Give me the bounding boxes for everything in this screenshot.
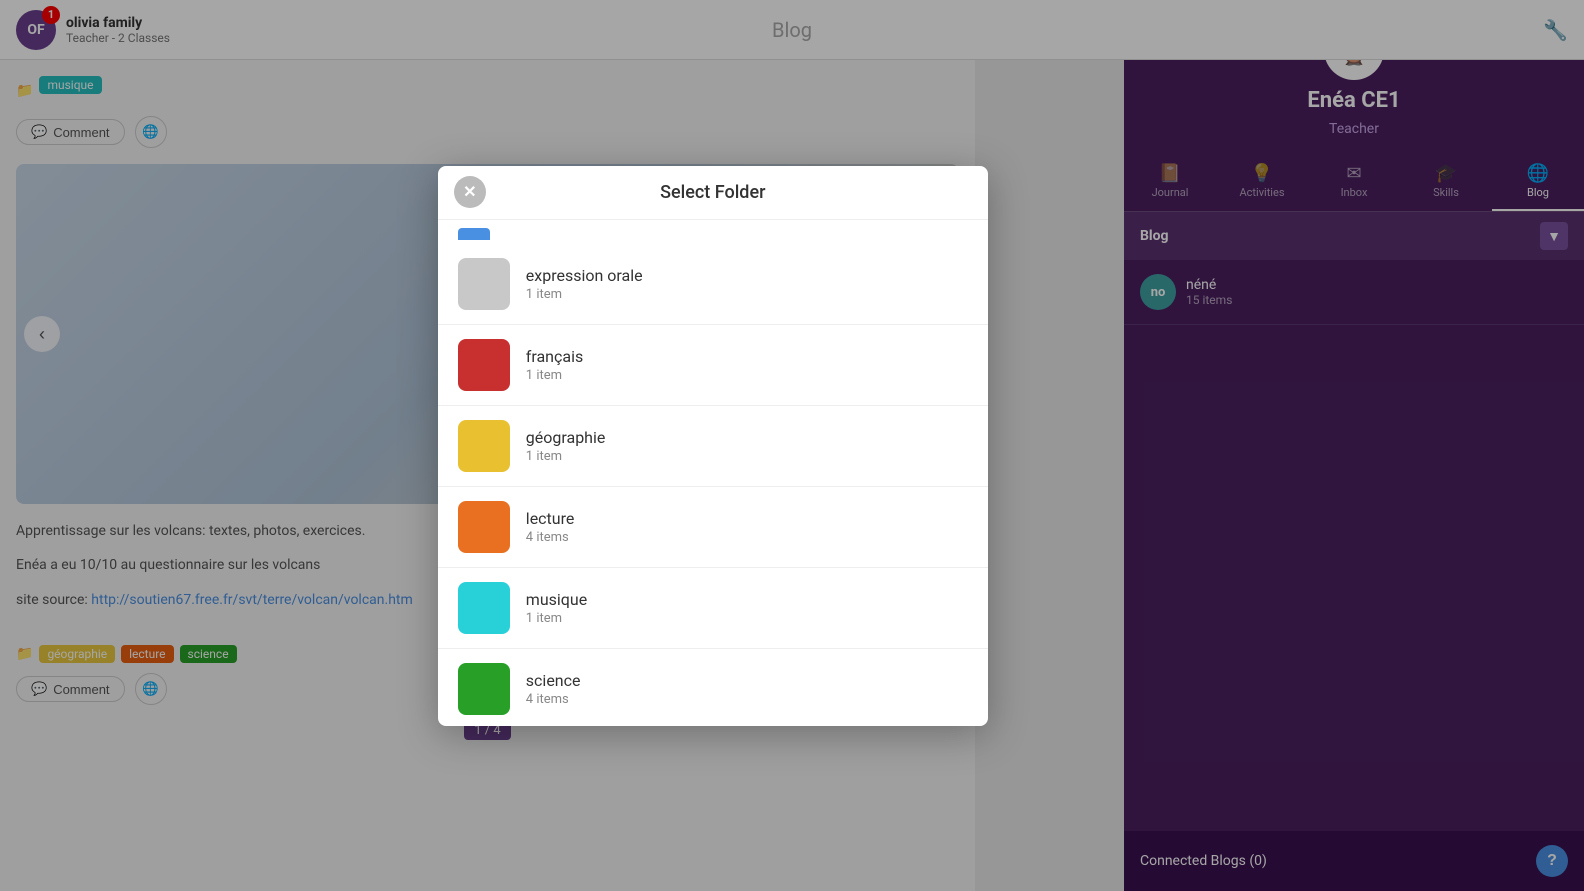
folder-item-expression-orale[interactable]: expression orale 1 item (438, 244, 988, 325)
folder-item-francais[interactable]: français 1 item (438, 325, 988, 406)
close-icon: ✕ (463, 182, 476, 202)
folder-item-geographie[interactable]: géographie 1 item (438, 406, 988, 487)
folder-count-lecture: 4 items (526, 530, 968, 545)
select-folder-modal: ✕ Select Folder expression orale 1 item … (438, 166, 988, 726)
modal-title: Select Folder (458, 182, 968, 203)
folder-name-science: science (526, 671, 968, 690)
folder-item-musique[interactable]: musique 1 item (438, 568, 988, 649)
folder-count-geographie: 1 item (526, 449, 968, 464)
folder-count-expression-orale: 1 item (526, 287, 968, 302)
folder-name-musique: musique (526, 590, 968, 609)
folder-color-musique (458, 582, 510, 634)
modal-close-button[interactable]: ✕ (454, 176, 486, 208)
folder-name-expression-orale: expression orale (526, 266, 968, 285)
folder-name-geographie: géographie (526, 428, 968, 447)
folder-item-lecture[interactable]: lecture 4 items (438, 487, 988, 568)
folder-color-francais (458, 339, 510, 391)
folder-count-musique: 1 item (526, 611, 968, 626)
modal-folder-list: expression orale 1 item français 1 item … (438, 220, 988, 726)
folder-count-francais: 1 item (526, 368, 968, 383)
folder-color-lecture (458, 501, 510, 553)
selected-tab[interactable] (458, 228, 490, 240)
folder-color-geographie (458, 420, 510, 472)
folder-color-science (458, 663, 510, 715)
folder-name-lecture: lecture (526, 509, 968, 528)
folder-count-science: 4 items (526, 692, 968, 707)
folder-name-francais: français (526, 347, 968, 366)
modal-header: ✕ Select Folder (438, 166, 988, 220)
folder-color-expression-orale (458, 258, 510, 310)
folder-item-science[interactable]: science 4 items (438, 649, 988, 726)
